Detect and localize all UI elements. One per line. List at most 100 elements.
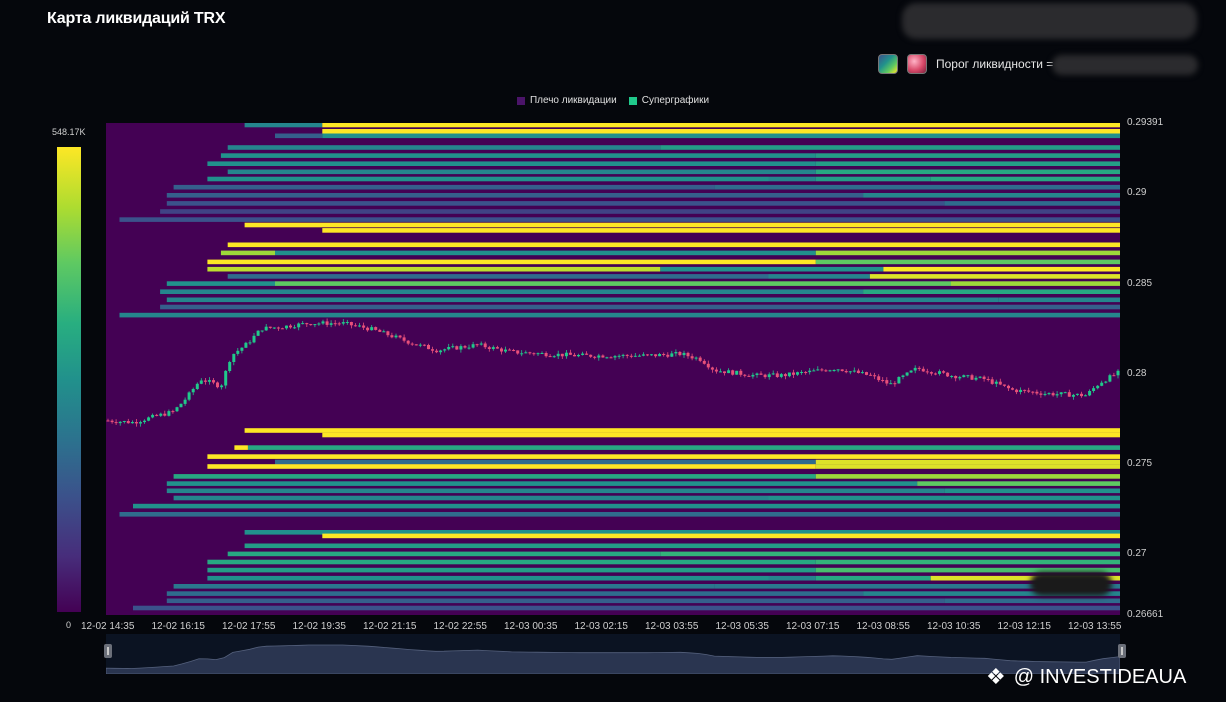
range-navigator[interactable] [106,634,1120,674]
liquidation-level-band [234,445,248,450]
price-candle [297,323,301,328]
liquidation-level-band [275,459,816,465]
price-candle [293,327,297,329]
price-candle [187,392,191,400]
price-candle [398,335,402,338]
price-candle [787,372,791,377]
price-candle [159,413,163,416]
price-candle [581,353,585,355]
price-candle [755,373,759,375]
liquidation-level-band [815,250,1120,256]
price-candle [1080,393,1083,397]
liquidation-level-band [768,176,816,182]
liquidation-level-band [166,591,864,596]
liquidation-level-band [207,559,816,565]
liquidation-level-band [173,474,816,479]
x-tick-label: 12-02 17:55 [222,621,276,632]
price-candle [487,347,491,349]
price-candle [504,349,507,352]
price-candle [362,325,366,328]
price-candle [240,347,244,351]
price-candle [163,413,167,416]
price-candle [678,352,682,356]
price-candle [560,353,564,357]
viridis-palette-button[interactable] [878,54,898,74]
price-candle [925,371,929,373]
colorbar [57,147,81,612]
liquidation-level-band [160,304,1120,310]
price-candle [836,369,840,371]
navigator-left-handle[interactable] [104,644,112,658]
price-candle [500,348,503,352]
legend-item-supercharts[interactable]: Суперграфики [628,95,709,106]
liquidation-level-band [714,184,1120,190]
liquidation-level-band [275,281,951,286]
price-candle [573,354,576,357]
y-tick-label: 0.285 [1127,277,1153,289]
price-candle [439,350,443,353]
navigator-overview-svg [106,644,1120,674]
price-candle [451,346,455,348]
price-candle [978,376,982,378]
price-candle [954,376,958,379]
price-candle [540,353,544,354]
price-candle [796,372,799,375]
price-candle [443,349,447,351]
price-candle [877,376,881,381]
price-candle [938,371,941,374]
liquidation-level-band [930,176,1120,182]
liquidation-level-band [160,209,1120,214]
liquidation-level-band [275,250,816,256]
price-candle [646,354,649,356]
liquidation-level-band [166,598,945,604]
price-candle [702,360,706,364]
price-candle [155,414,159,416]
liquidation-level-band [815,153,1120,158]
x-tick-label: 12-03 02:15 [574,621,628,632]
price-candle [958,377,962,379]
liquidation-level-band [166,193,864,198]
price-candle [317,323,321,325]
liquidation-level-band [207,266,661,272]
price-candle [986,379,990,380]
legend-item-leverage[interactable]: Плечо ликвидации [516,95,617,106]
price-candle [844,371,848,373]
price-candle [751,374,755,377]
price-candle [1088,391,1092,396]
redacted-plot-watermark [1030,572,1112,596]
chart-legend: Плечо ликвидации Суперграфики [0,95,1226,106]
heatmap-plot-area[interactable] [106,123,1120,615]
price-candle [516,350,520,354]
price-candle [589,354,593,357]
price-candle [313,324,317,326]
x-tick-label: 12-02 16:15 [151,621,205,632]
price-candle [203,380,207,382]
price-candle [427,345,430,350]
liquidation-level-band [944,201,1120,206]
price-candle [873,375,877,377]
price-candle [633,355,637,357]
liquidation-level-band [944,598,1120,604]
y-tick-label: 0.26661 [1127,609,1164,620]
price-candle [775,373,779,377]
liquidation-level-band [160,289,864,294]
price-candle [719,371,722,373]
liquidation-level-band [244,222,1120,228]
liquidation-level-band [869,274,1120,279]
price-candle [1039,393,1043,395]
price-candle [982,376,986,379]
price-candle [256,330,260,336]
price-candle [950,376,954,377]
x-tick-label: 12-02 19:35 [292,621,346,632]
price-candle [508,349,512,351]
liquidation-level-band [166,297,999,303]
price-candle [122,421,126,422]
price-candle [779,374,783,377]
price-candle [463,346,467,348]
liquidation-level-band [815,464,1120,469]
heat-palette-button[interactable] [907,54,927,74]
price-candle [966,375,970,377]
price-candle [374,327,378,330]
navigator-right-handle[interactable] [1118,644,1126,658]
liquidation-level-band [815,459,1120,465]
